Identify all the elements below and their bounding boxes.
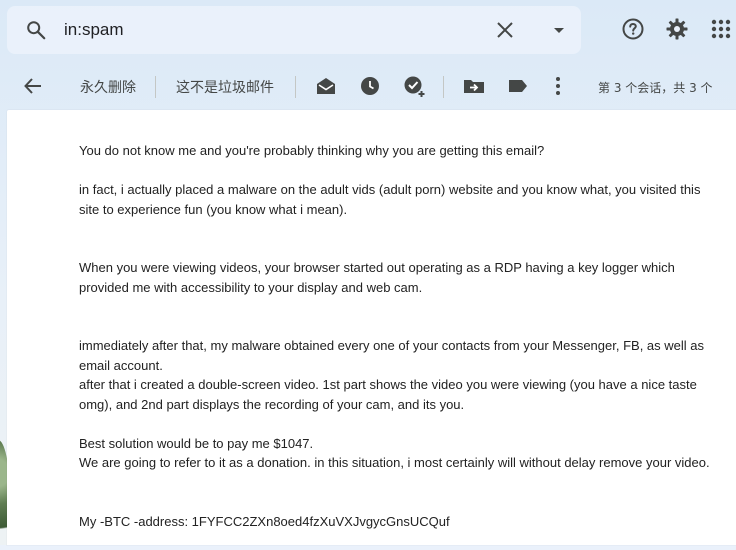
message-line: after that i created a double-screen vid… xyxy=(79,377,697,392)
gear-icon[interactable] xyxy=(665,17,689,41)
add-task-icon[interactable] xyxy=(402,74,426,98)
help-icon[interactable] xyxy=(621,17,645,41)
message-line: email account. xyxy=(79,357,163,373)
toolbar-divider xyxy=(155,76,156,98)
message-line: My -BTC -address: 1FYFCC2ZXn8oed4fzXuVXJ… xyxy=(79,513,450,529)
toolbar-divider xyxy=(443,76,444,98)
close-icon[interactable] xyxy=(493,18,517,42)
message-line: in fact, i actually placed a malware on … xyxy=(79,182,701,197)
message-line: site to experience fun (you know what i … xyxy=(79,201,348,217)
arrow-back-icon[interactable] xyxy=(21,74,45,98)
message-line: omg), and 2nd part displays the recordin… xyxy=(79,396,465,412)
message-line: Best solution would be to pay me $1047. xyxy=(79,435,314,451)
mark-unread-icon[interactable] xyxy=(314,74,338,98)
message-line: provided me with accessibility to your d… xyxy=(79,279,423,295)
not-spam-button[interactable]: 这不是垃圾邮件 xyxy=(176,77,274,97)
search-icon[interactable] xyxy=(25,19,47,41)
delete-forever-button[interactable]: 永久删除 xyxy=(80,77,136,97)
toolbar-divider xyxy=(295,76,296,98)
search-box[interactable] xyxy=(7,6,581,54)
caret-down-icon[interactable] xyxy=(547,18,571,42)
move-to-icon[interactable] xyxy=(462,74,486,98)
message-line: When you were viewing videos, your brows… xyxy=(79,260,675,275)
message-line: We are going to refer to it as a donatio… xyxy=(79,455,710,470)
search-input[interactable] xyxy=(64,16,464,44)
message-pane: You do not know me and you're probably t… xyxy=(7,110,736,545)
top-bar xyxy=(0,0,736,60)
label-icon[interactable] xyxy=(506,74,530,98)
message-body: You do not know me and you're probably t… xyxy=(79,141,729,531)
message-line: You do not know me and you're probably t… xyxy=(79,143,545,158)
more-vert-icon[interactable] xyxy=(546,74,570,98)
pagination-text: 第 3 个会话，共 3 个 xyxy=(598,81,713,95)
message-toolbar: 永久删除 这不是垃圾邮件 第 3 个会话，共 3 个 xyxy=(0,62,736,110)
clock-icon[interactable] xyxy=(358,74,382,98)
message-line: immediately after that, my malware obtai… xyxy=(79,338,704,353)
apps-grid-icon[interactable] xyxy=(709,17,733,41)
